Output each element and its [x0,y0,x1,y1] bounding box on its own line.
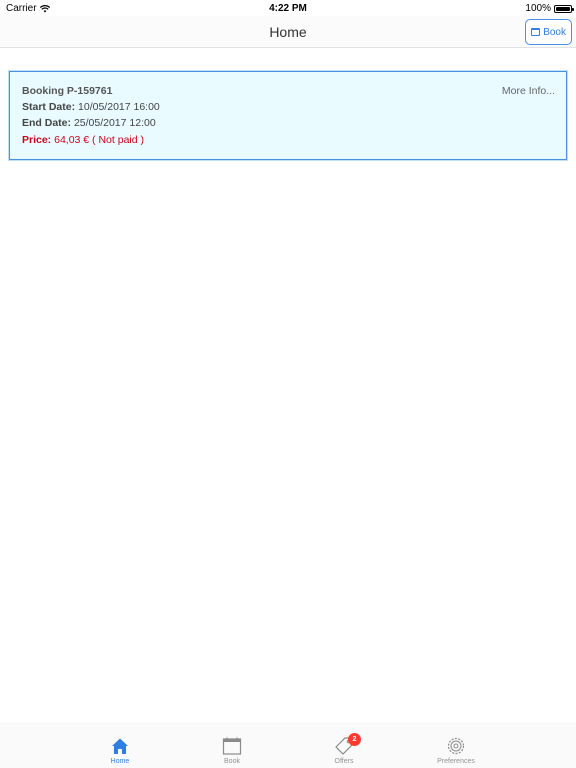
booking-start-date: Start Date: 10/05/2017 16:00 [22,101,160,113]
tab-offers[interactable]: 2 Offers [299,722,389,768]
price-value: 64,03 € ( Not paid ) [54,134,144,146]
more-info-link[interactable]: More Info... [502,85,555,97]
calendar-icon [222,737,242,755]
tab-home-label: Home [110,758,130,765]
price-label: Price: [22,134,52,146]
booking-card[interactable]: Booking P-159761 Start Date: 10/05/2017 … [9,71,567,160]
end-date-label: End Date: [22,117,72,129]
tab-preferences-label: Preferences [437,758,475,765]
tab-preferences[interactable]: Preferences [411,722,501,768]
tab-book-label: Book [224,758,240,765]
tab-book[interactable]: Book [187,722,277,768]
battery-percent: 100% [525,3,551,14]
start-date-value: 10/05/2017 16:00 [78,101,160,113]
navigation-bar: Home Book [0,16,576,48]
tab-bar: Home Book 2 Offers Preferences [0,722,576,768]
book-button-label: Book [543,26,566,38]
booking-price: Price: 64,03 € ( Not paid ) [22,134,144,146]
status-time: 4:22 PM [269,3,307,14]
tab-home[interactable]: Home [75,722,165,768]
booking-title: Booking P-159761 [22,85,113,97]
book-button[interactable]: Book [525,19,572,45]
booking-end-date: End Date: 25/05/2017 12:00 [22,117,156,129]
gear-icon [447,737,465,755]
house-icon [112,738,128,754]
tab-offers-label: Offers [334,758,354,765]
start-date-label: Start Date: [22,101,76,113]
offers-badge: 2 [348,733,361,746]
battery-icon [554,4,574,13]
calendar-icon [531,28,541,36]
page-title: Home [269,24,307,40]
battery-indicator: 100% [525,3,574,14]
status-bar: Carrier 4:22 PM 100% [0,0,576,16]
end-date-value: 25/05/2017 12:00 [73,117,156,129]
